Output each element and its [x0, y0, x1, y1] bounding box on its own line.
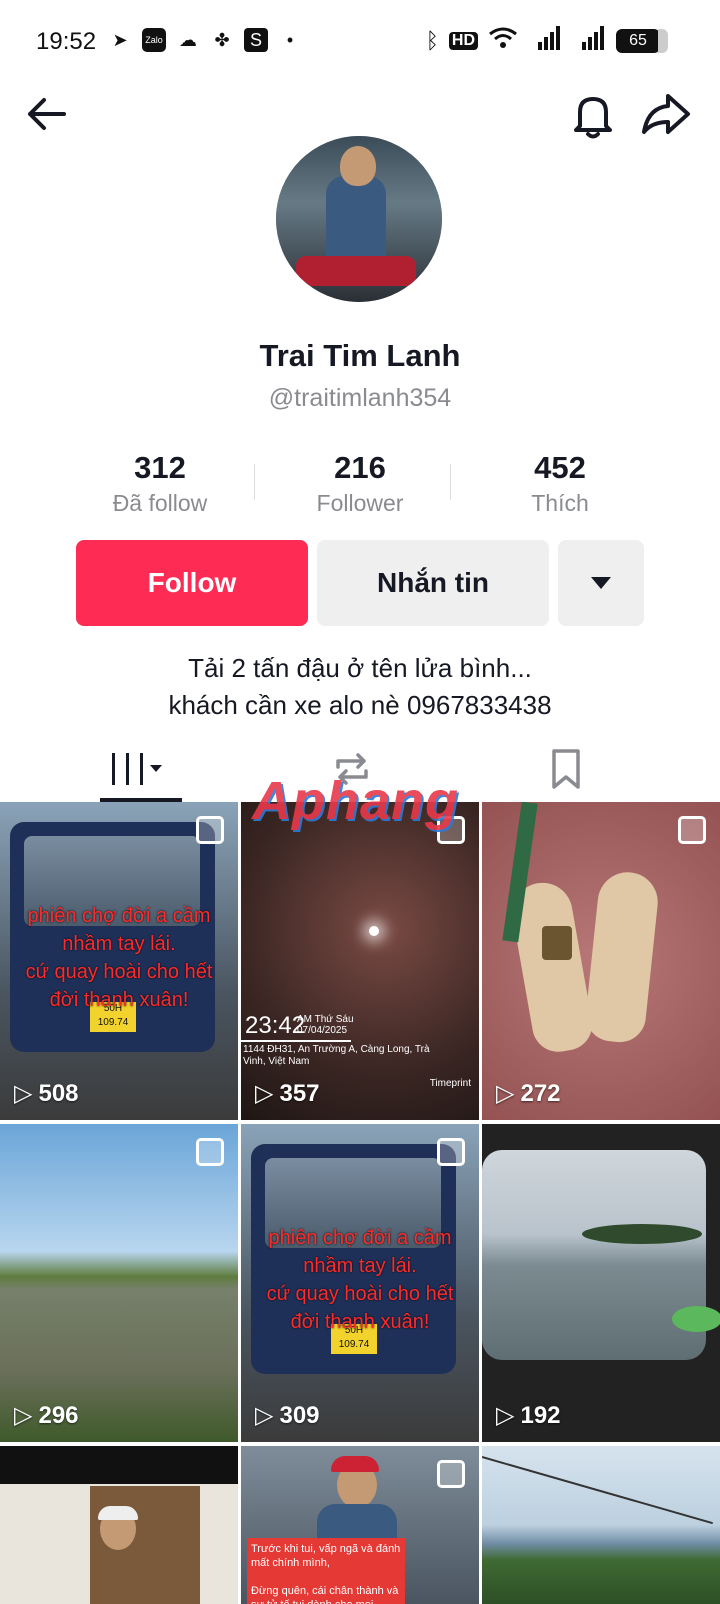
location-text: 1144 ĐH31, An Trường A, Càng Long, Trà V…: [243, 1044, 430, 1067]
message-button[interactable]: Nhắn tin: [317, 540, 549, 626]
top-bar: [0, 84, 720, 144]
profile-name: Trai Tim Lanh: [259, 338, 461, 373]
stats-divider: [254, 464, 255, 500]
view-count: ▷ 309: [255, 1401, 320, 1430]
video-thumbnail[interactable]: ▷ 272: [482, 802, 720, 1120]
stat-followers[interactable]: 216 Follower: [260, 450, 460, 520]
video-thumbnail[interactable]: 50H 109.74 phiên chợ đời a cầm nhầm tay …: [241, 1124, 479, 1442]
system-icons: ᛒ HD 65: [425, 26, 668, 55]
video-overlay-text: phiên chợ đời a cầm nhầm tay lái. cứ qua…: [25, 905, 213, 1011]
stat-value: 216: [334, 450, 386, 485]
multi-photo-icon: [678, 816, 706, 844]
triangle-down-icon: [591, 577, 611, 589]
video-overlay-text: Trước khi tui, vấp ngã và đánh mất chính…: [247, 1538, 405, 1604]
stat-value: 452: [534, 450, 586, 485]
zalo-icon: Zalo: [142, 28, 166, 52]
view-count: ▷ 272: [496, 1079, 561, 1108]
signal-4g-icon: [528, 26, 562, 55]
stat-label: Thích: [531, 490, 589, 516]
multi-photo-icon: [196, 816, 224, 844]
timeprint-label: Timeprint: [429, 1078, 471, 1089]
back-button[interactable]: [22, 92, 72, 136]
view-count: ▷ 508: [14, 1079, 79, 1108]
multi-photo-icon: [437, 1460, 465, 1488]
view-count: ▷ 192: [496, 1401, 561, 1430]
multi-photo-icon: [437, 1138, 465, 1166]
video-thumbnail[interactable]: [482, 1446, 720, 1604]
video-thumbnail[interactable]: [0, 1446, 238, 1604]
play-icon: ▷: [496, 1080, 515, 1107]
play-icon: ▷: [255, 1080, 274, 1107]
play-icon: ▷: [255, 1402, 274, 1429]
grid-columns-icon: [112, 753, 162, 785]
status-bar: 19:52 ➤ Zalo ☁ ✤ S • ᛒ HD 65: [0, 0, 720, 84]
video-thumbnail[interactable]: 23:42 AM Thứ Sáu 07/04/2025 1144 ĐH31, A…: [241, 802, 479, 1120]
bio-line: khách cần xe alo nè 0967833438: [168, 690, 552, 720]
view-count: ▷ 296: [14, 1401, 79, 1430]
more-suggestions-button[interactable]: [558, 540, 644, 626]
tab-saved[interactable]: [446, 736, 686, 802]
timestamp-day: AM Thứ Sáu 07/04/2025: [297, 1014, 354, 1036]
profile-actions: Follow Nhắn tin: [76, 540, 644, 626]
status-time: 19:52: [36, 28, 97, 55]
cloud-icon: ☁: [179, 30, 197, 50]
share-arrow-icon: [642, 94, 690, 134]
hd-icon: HD: [448, 31, 478, 50]
bookmark-icon: [552, 749, 580, 789]
stat-label: Follower: [316, 490, 404, 516]
stat-label: Đã follow: [112, 490, 208, 516]
multi-photo-icon: [196, 1138, 224, 1166]
wifi-icon: [488, 26, 518, 55]
video-thumbnail[interactable]: Trước khi tui, vấp ngã và đánh mất chính…: [241, 1446, 479, 1604]
notification-bell-button[interactable]: [568, 90, 618, 140]
stats-divider: [450, 464, 451, 500]
bio-line: Tải 2 tấn đậu ở tên lửa bình...: [188, 653, 532, 683]
battery-indicator: 65: [616, 28, 668, 53]
share-button[interactable]: [640, 92, 692, 136]
play-icon: ▷: [14, 1080, 33, 1107]
video-overlay-text: phiên chợ đời a cầm nhầm tay lái. cứ qua…: [266, 1227, 454, 1333]
video-thumbnail[interactable]: ▷ 296: [0, 1124, 238, 1442]
bell-icon: [574, 97, 612, 139]
play-icon: ▷: [496, 1402, 515, 1429]
stat-value: 312: [134, 450, 186, 485]
profile-handle: @traitimlanh354: [268, 384, 452, 412]
video-grid: 50H 109.74 phiên chợ đời a cầm nhầm tay …: [0, 802, 720, 1604]
signal-4g-icon: [572, 26, 606, 55]
watermark: Aphang: [252, 771, 459, 831]
avatar[interactable]: [276, 136, 442, 302]
view-count: ▷ 357: [255, 1079, 320, 1108]
profile-bio: Tải 2 tấn đậu ở tên lửa bình... khách cầ…: [0, 650, 720, 724]
follow-button[interactable]: Follow: [76, 540, 308, 626]
telegram-icon: ➤: [112, 30, 128, 50]
bluetooth-icon: ᛒ: [425, 27, 439, 53]
profile-stats: 312 Đã follow 216 Follower 452 Thích: [60, 450, 660, 520]
stat-likes[interactable]: 452 Thích: [460, 450, 660, 520]
dot-icon: •: [286, 30, 294, 50]
shop-icon: S: [244, 28, 268, 52]
video-thumbnail[interactable]: 50H 109.74 phiên chợ đời a cầm nhầm tay …: [0, 802, 238, 1120]
arrow-left-icon: [28, 98, 66, 130]
tab-videos[interactable]: [20, 736, 260, 802]
video-thumbnail[interactable]: ▷ 192: [482, 1124, 720, 1442]
notification-icons: ➤ Zalo ☁ ✤ S •: [108, 28, 302, 52]
play-icon: ▷: [14, 1402, 33, 1429]
pinwheel-icon: ✤: [214, 30, 230, 50]
stat-following[interactable]: 312 Đã follow: [60, 450, 260, 520]
